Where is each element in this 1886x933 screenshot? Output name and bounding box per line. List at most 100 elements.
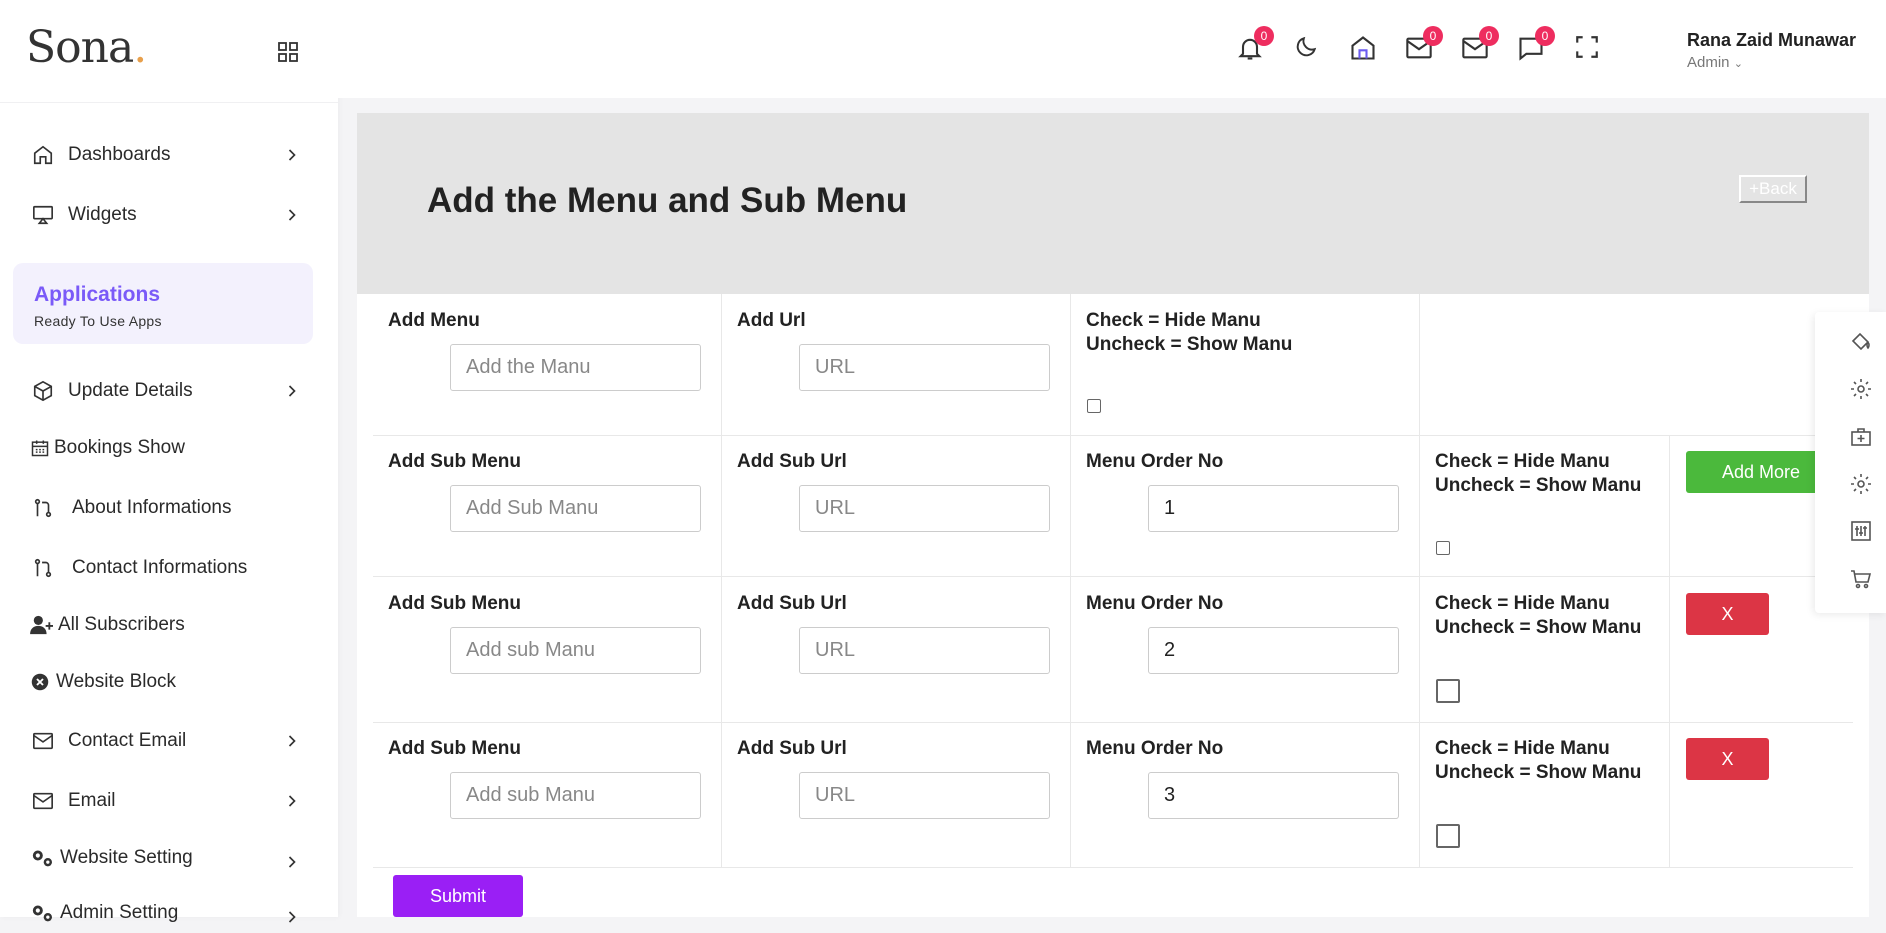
hide-sub-menu-checkbox[interactable] — [1436, 541, 1450, 555]
sidebar-item-label: Admin Setting — [60, 902, 179, 923]
fullscreen-button[interactable] — [1574, 34, 1602, 62]
chat-button[interactable]: 0 — [1517, 26, 1555, 62]
column-divider — [721, 294, 722, 868]
sub-url-input[interactable] — [799, 772, 1050, 819]
messages-badge: 0 — [1479, 26, 1499, 46]
messages-button[interactable]: 0 — [1461, 26, 1499, 62]
brand-logo[interactable]: Sona. — [26, 22, 147, 73]
sidebar-item-contact-informations[interactable]: Contact Informations — [30, 548, 302, 588]
sidebar-item-label: About Informations — [72, 497, 232, 518]
sidebar-item-widgets[interactable]: Widgets — [30, 195, 302, 235]
remove-row-button[interactable]: X — [1686, 738, 1769, 780]
add-url-label: Add Url — [737, 310, 806, 331]
user-role: Admin ⌄ — [1687, 54, 1743, 71]
sidebar-item-update-details[interactable]: Update Details — [30, 371, 302, 411]
mail-button[interactable]: 0 — [1405, 26, 1443, 62]
back-button[interactable]: +Back — [1739, 175, 1807, 203]
column-divider — [1669, 435, 1670, 868]
applications-title: Applications — [34, 283, 161, 306]
menu-order-label: Menu Order No — [1086, 738, 1224, 759]
logo-row: Sona. — [0, 0, 338, 103]
sidebar-item-all-subscribers[interactable]: All Subscribers — [30, 605, 302, 645]
moon-icon — [1296, 36, 1317, 57]
chevron-right-icon — [288, 795, 296, 807]
menu-order-input[interactable] — [1148, 772, 1399, 819]
chat-badge: 0 — [1535, 26, 1555, 46]
airplay-icon — [30, 202, 56, 228]
column-divider — [1070, 294, 1071, 868]
right-toolbar — [1815, 312, 1886, 613]
add-sub-url-label: Add Sub Url — [737, 451, 847, 472]
cart-icon[interactable] — [1849, 567, 1873, 591]
row-divider — [373, 867, 1853, 868]
sidebar-item-label: Update Details — [68, 380, 193, 401]
block-icon — [30, 669, 50, 695]
home-icon — [30, 142, 56, 168]
hide-sub-menu-checkbox[interactable] — [1436, 679, 1460, 703]
sidebar-item-about-informations[interactable]: About Informations — [30, 488, 302, 528]
mail-icon — [30, 728, 56, 754]
applications-subtitle: Ready To Use Apps — [34, 313, 162, 329]
sidebar-item-label: Email — [68, 790, 116, 811]
add-sub-menu-label: Add Sub Menu — [388, 593, 521, 614]
grid-menu-icon[interactable] — [276, 40, 300, 64]
calendar-icon — [30, 435, 50, 461]
sidebar-item-label: Widgets — [68, 204, 137, 225]
git-pull-icon — [30, 495, 56, 521]
dark-mode-toggle[interactable] — [1293, 34, 1321, 62]
applications-card[interactable]: Applications Ready To Use Apps — [13, 263, 313, 344]
hide-sub-menu-label: Check = Hide Manu Uncheck = Show Manu — [1435, 593, 1642, 638]
sidebar-item-email[interactable]: Email — [30, 781, 302, 821]
add-menu-label: Add Menu — [388, 310, 480, 331]
notifications-button[interactable]: 0 — [1236, 26, 1274, 62]
gear-icon[interactable] — [1849, 377, 1873, 401]
hide-sub-menu-checkbox[interactable] — [1436, 824, 1460, 848]
sidebar-item-dashboards[interactable]: Dashboards — [30, 135, 302, 175]
sub-menu-input[interactable] — [450, 772, 701, 819]
add-more-button[interactable]: Add More — [1686, 451, 1836, 493]
column-divider — [1419, 294, 1420, 868]
menu-url-input[interactable] — [799, 344, 1050, 391]
chevron-right-icon — [288, 385, 296, 397]
hide-menu-checkbox[interactable] — [1087, 399, 1101, 413]
sidebar-item-bookings-show[interactable]: Bookings Show — [30, 428, 302, 468]
sidebar-item-label: Bookings Show — [54, 437, 185, 458]
sidebar-item-admin-setting[interactable]: Admin Setting — [30, 893, 302, 933]
row-divider — [373, 576, 1853, 577]
submit-button[interactable]: Submit — [393, 875, 523, 917]
user-menu[interactable]: Rana Zaid Munawar Admin ⌄ — [1687, 30, 1856, 71]
box-icon — [30, 378, 56, 404]
menu-order-input[interactable] — [1148, 627, 1399, 674]
sub-menu-input[interactable] — [450, 485, 701, 532]
sidebar-item-label: Contact Informations — [72, 557, 248, 578]
sidebar-item-contact-email[interactable]: Contact Email — [30, 721, 302, 761]
hide-sub-menu-label: Check = Hide Manu Uncheck = Show Manu — [1435, 738, 1642, 783]
menu-order-label: Menu Order No — [1086, 593, 1224, 614]
sidebar-item-website-setting[interactable]: Website Setting — [30, 838, 302, 878]
chevron-down-icon: ⌄ — [1733, 58, 1743, 70]
user-name: Rana Zaid Munawar — [1687, 30, 1857, 50]
medical-box-icon[interactable] — [1849, 425, 1873, 449]
menu-order-input[interactable] — [1148, 485, 1399, 532]
sub-url-input[interactable] — [799, 485, 1050, 532]
paint-bucket-icon[interactable] — [1849, 330, 1873, 354]
home-icon — [1351, 36, 1375, 60]
sub-url-input[interactable] — [799, 627, 1050, 674]
sliders-icon[interactable] — [1849, 519, 1873, 543]
row-divider — [373, 435, 1853, 436]
chevron-right-icon — [288, 149, 296, 161]
sub-menu-input[interactable] — [450, 627, 701, 674]
page-header: Add the Menu and Sub Menu +Back — [357, 113, 1869, 294]
mail-badge: 0 — [1423, 26, 1443, 46]
add-sub-url-label: Add Sub Url — [737, 738, 847, 759]
sidebar-item-label: All Subscribers — [58, 614, 185, 635]
sidebar-item-website-block[interactable]: Website Block — [30, 662, 302, 702]
remove-row-button[interactable]: X — [1686, 593, 1769, 635]
hide-menu-label: Check = Hide Manu Uncheck = Show Manu — [1086, 310, 1293, 355]
menu-name-input[interactable] — [450, 344, 701, 391]
home-button[interactable] — [1349, 34, 1377, 62]
gear-icon[interactable] — [1849, 472, 1873, 496]
menu-order-label: Menu Order No — [1086, 451, 1224, 472]
page-title: Add the Menu and Sub Menu — [427, 181, 908, 220]
git-pull-icon — [30, 555, 56, 581]
